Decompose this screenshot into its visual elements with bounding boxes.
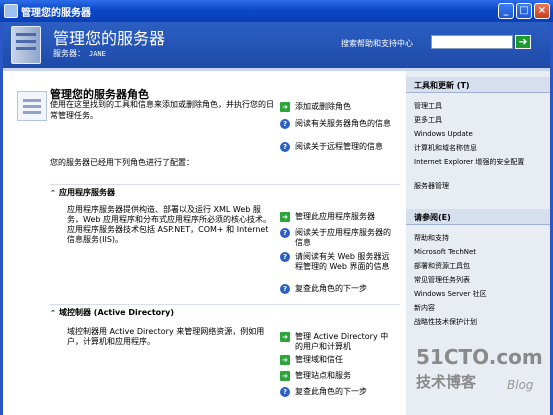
sidebar-item-community[interactable]: Windows Server 社区 <box>406 287 550 301</box>
collapse-icon: ⌃ <box>50 189 56 197</box>
search-go-button[interactable]: ➜ <box>515 35 531 49</box>
section-divider <box>50 184 400 185</box>
maximize-button[interactable]: □ <box>516 3 532 19</box>
page-header: 管理您的服务器 服务器： JANE 搜索帮助和支持中心 ➜ <box>3 22 550 68</box>
arrow-icon: ➜ <box>280 355 290 365</box>
sidebar-item-ie-enhanced-security[interactable]: Internet Explorer 增强的安全配置 <box>406 155 550 179</box>
manage-sites-services-link[interactable]: ➜ 管理站点和服务 <box>280 371 392 381</box>
window-title: 管理您的服务器 <box>21 8 91 19</box>
search-input[interactable] <box>431 35 513 49</box>
sidebar-item-help-support[interactable]: 帮助和支持 <box>406 231 550 245</box>
section-domain-controller-header[interactable]: ⌃ 域控制器 (Active Directory) <box>50 307 174 318</box>
section-divider <box>50 304 400 305</box>
domain-controller-next-steps-link[interactable]: ? 复查此角色的下一步 <box>280 387 392 397</box>
arrow-icon: ➜ <box>280 102 290 112</box>
close-button[interactable]: × <box>534 3 550 19</box>
watermark-text: 技术博客 <box>416 373 477 391</box>
watermark-blog: Blog <box>507 378 534 392</box>
arrow-icon: ➜ <box>280 212 290 222</box>
sidebar-item-security-program[interactable]: 战略性技术保护计划 <box>406 315 550 329</box>
sidebar-item-windows-update[interactable]: Windows Update <box>406 127 550 141</box>
manage-domains-trusts-link[interactable]: ➜ 管理域和信任 <box>280 355 392 365</box>
help-icon: ? <box>280 387 290 397</box>
sidebar-item-admin-tools[interactable]: 管理工具 <box>406 99 550 113</box>
help-icon: ? <box>280 284 290 294</box>
search-label: 搜索帮助和支持中心 <box>341 39 413 48</box>
help-icon: ? <box>280 119 290 129</box>
tools-updates-title: 工具和更新 (T) <box>406 77 550 93</box>
sidebar-item-technet[interactable]: Microsoft TechNet <box>406 245 550 259</box>
server-name-line: 服务器： JANE <box>53 48 106 59</box>
app-server-next-steps-link[interactable]: ? 复查此角色的下一步 <box>280 284 392 294</box>
tools-updates-panel: 工具和更新 (T) 管理工具 更多工具 Windows Update 计算机和域… <box>406 77 550 193</box>
server-label: 服务器： <box>53 49 85 58</box>
manage-ad-users-link[interactable]: ➜ 管理 Active Directory 中的用户和计算机 <box>280 332 392 352</box>
sidebar-item-server-management[interactable]: 服务器管理 <box>406 179 550 193</box>
watermark-site: 51CTO.com <box>416 345 543 369</box>
read-app-server-link[interactable]: ? 阅读关于应用程序服务器的信息 <box>280 228 392 248</box>
app-server-description: 应用程序服务器提供构造、部署以及运行 XML Web 服务，Web 应用程序和分… <box>67 205 271 244</box>
app-icon <box>4 4 18 18</box>
server-roles-icon <box>17 91 47 121</box>
help-icon: ? <box>280 142 290 152</box>
domain-controller-description: 域控制器用 Active Directory 来管理网络资源，例如用户，计算机和… <box>67 327 265 346</box>
page-title: 管理您的服务器 <box>53 29 166 48</box>
arrow-icon: ➜ <box>280 371 290 381</box>
server-name: JANE <box>89 50 106 58</box>
sidebar-item-computer-domain-info[interactable]: 计算机和域名称信息 <box>406 141 550 155</box>
window-titlebar: 管理您的服务器 _ □ × <box>0 0 553 22</box>
minimize-button[interactable]: _ <box>498 3 514 19</box>
sidebar-item-common-tasks[interactable]: 常见管理任务列表 <box>406 273 550 287</box>
see-also-panel: 请参阅(E) 帮助和支持 Microsoft TechNet 部署和资源工具包 … <box>406 209 550 329</box>
manage-app-server-link[interactable]: ➜ 管理此应用程序服务器 <box>280 212 392 222</box>
sidebar-item-deployment-kit[interactable]: 部署和资源工具包 <box>406 259 550 273</box>
add-remove-role-link[interactable]: ➜ 添加或删除角色 <box>280 102 392 112</box>
configured-roles-intro: 您的服务器已经用下列角色进行了配置： <box>50 158 194 167</box>
section-app-server-header[interactable]: ⌃ 应用程序服务器 <box>50 187 115 198</box>
roles-description: 使用在这里找到的工具和信息来添加或删除角色，并执行您的日常管理任务。 <box>50 100 274 120</box>
read-web-admin-link[interactable]: ? 请阅读有关 Web 服务器远程管理的 Web 界面的信息 <box>280 252 392 272</box>
read-remote-admin-link[interactable]: ? 阅读关于远程管理的信息 <box>280 142 392 152</box>
see-also-title: 请参阅(E) <box>406 209 550 225</box>
help-icon: ? <box>280 228 290 238</box>
read-server-roles-link[interactable]: ? 阅读有关服务器角色的信息 <box>280 119 392 129</box>
help-icon: ? <box>280 252 290 262</box>
sidebar-item-more-tools[interactable]: 更多工具 <box>406 113 550 127</box>
server-icon <box>11 26 41 64</box>
sidebar-item-new-content[interactable]: 新内容 <box>406 301 550 315</box>
collapse-icon: ⌃ <box>50 309 56 317</box>
arrow-icon: ➜ <box>280 332 290 342</box>
